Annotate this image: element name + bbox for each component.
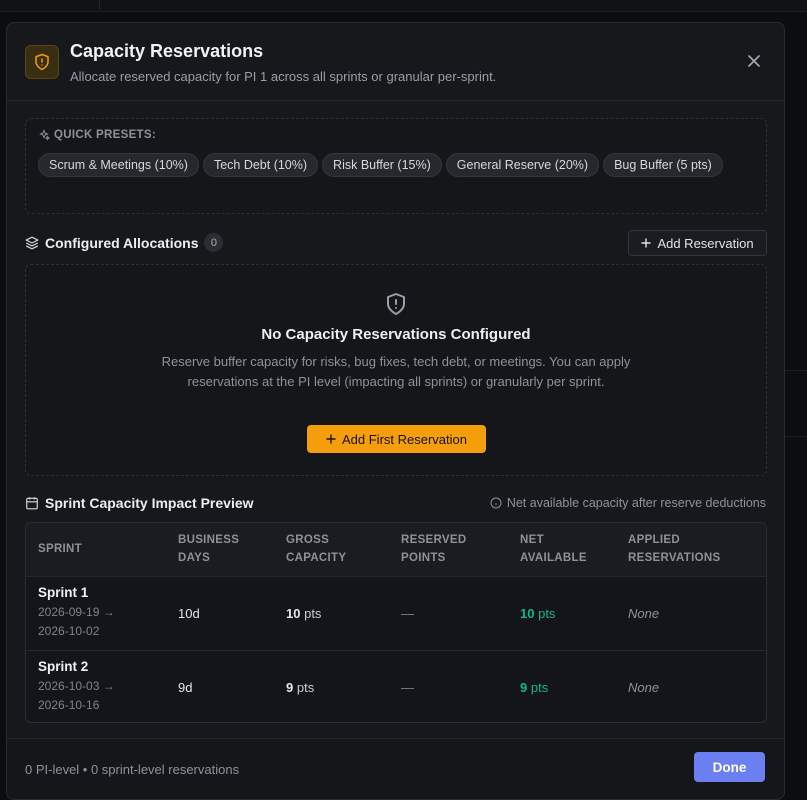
add-first-reservation-button[interactable]: Add First Reservation	[307, 425, 486, 453]
applied-reservations-cell: None	[628, 679, 660, 695]
plus-icon	[326, 434, 336, 444]
reservation-summary: 0 PI-level • 0 sprint-level reservations	[25, 762, 240, 777]
background-app-bar	[0, 0, 807, 12]
background-divider	[785, 370, 807, 371]
table-row: Sprint 2 2026-10-03 → 2026-10-16 9d 9 pt…	[26, 650, 766, 722]
done-button[interactable]: Done	[694, 752, 765, 782]
layers-icon	[25, 236, 39, 249]
configured-allocations-header: Configured Allocations 0	[25, 233, 224, 252]
capacity-reservations-dialog: Capacity Reservations Allocate reserved …	[6, 22, 785, 800]
preset-chip-general-reserve[interactable]: General Reserve (20%)	[445, 153, 600, 177]
table-header-row: SPRINT BUSINESS DAYS GROSS CAPACITY RESE…	[26, 523, 766, 576]
background-divider	[785, 436, 807, 437]
empty-state-panel: No Capacity Reservations Configured Rese…	[25, 264, 767, 476]
gross-capacity-cell: 10 pts	[286, 605, 322, 621]
quick-presets-panel: QUICK PRESETS: Scrum & Meetings (10%) Te…	[25, 118, 767, 214]
sprint-end-date: 2026-10-16	[38, 698, 100, 713]
sprint-cell: Sprint 1 2026-09-19 → 2026-10-02	[26, 576, 166, 650]
business-days-cell: 10d	[178, 605, 200, 621]
allocations-count-badge: 0	[204, 233, 224, 252]
close-button[interactable]	[744, 51, 764, 71]
preset-chip-tech-debt[interactable]: Tech Debt (10%)	[202, 153, 319, 177]
sparkles-icon	[39, 129, 50, 141]
column-header-sprint: SPRINT	[38, 543, 82, 556]
empty-state-description: Reserve buffer capacity for risks, bug f…	[161, 354, 631, 389]
column-header-net-available: NET AVAILABLE	[520, 534, 587, 565]
preset-chip-scrum-meetings[interactable]: Scrum & Meetings (10%)	[38, 153, 199, 177]
table-row: Sprint 1 2026-09-19 → 2026-10-02 10d 10 …	[26, 576, 766, 650]
column-header-reserved-points: RESERVED POINTS	[401, 534, 467, 565]
empty-state-title: No Capacity Reservations Configured	[261, 326, 531, 343]
dialog-header: Capacity Reservations Allocate reserved …	[7, 23, 784, 101]
add-reservation-button[interactable]: Add Reservation	[628, 230, 767, 256]
quick-presets-label: QUICK PRESETS:	[38, 129, 156, 141]
sprint-name: Sprint 2	[38, 659, 89, 675]
column-header-gross-capacity: GROSS CAPACITY	[286, 534, 347, 565]
preview-note: Net available capacity after reserve ded…	[490, 496, 766, 510]
column-header-applied-reservations: APPLIED RESERVATIONS	[628, 534, 721, 565]
info-icon	[490, 497, 502, 509]
column-header-business-days: BUSINESS DAYS	[178, 534, 240, 565]
configured-allocations-title: Configured Allocations	[45, 234, 199, 251]
gross-capacity-cell: 9 pts	[286, 679, 315, 695]
preset-chip-list: Scrum & Meetings (10%) Tech Debt (10%) R…	[38, 153, 758, 177]
net-available-cell: 9 pts	[520, 679, 549, 695]
business-days-cell: 9d	[178, 679, 193, 695]
calendar-icon	[26, 497, 38, 510]
sprint-start-date: 2026-09-19 →	[38, 605, 115, 619]
shield-alert-icon	[384, 291, 408, 322]
plus-icon	[641, 238, 651, 248]
sprint-cell: Sprint 2 2026-10-03 → 2026-10-16	[26, 650, 166, 722]
dialog-title: Capacity Reservations	[70, 41, 264, 61]
sprint-capacity-table: SPRINT BUSINESS DAYS GROSS CAPACITY RESE…	[25, 522, 767, 723]
sprint-end-date: 2026-10-02	[38, 624, 100, 638]
sprint-start-date: 2026-10-03 →	[38, 679, 115, 694]
applied-reservations-cell: None	[628, 605, 660, 621]
dialog-subtitle: Allocate reserved capacity for PI 1 acro…	[70, 69, 497, 84]
shield-alert-icon	[25, 45, 59, 79]
dialog-footer: 0 PI-level • 0 sprint-level reservations…	[7, 738, 784, 799]
preset-chip-risk-buffer[interactable]: Risk Buffer (15%)	[322, 153, 442, 177]
net-available-cell: 10 pts	[520, 605, 556, 621]
sprint-preview-header: Sprint Capacity Impact Preview	[25, 495, 254, 511]
sprint-name: Sprint 1	[38, 585, 89, 600]
reserved-points-cell: —	[401, 679, 414, 695]
sprint-preview-title: Sprint Capacity Impact Preview	[45, 495, 254, 511]
preset-chip-bug-buffer[interactable]: Bug Buffer (5 pts)	[603, 153, 723, 177]
background-tab	[0, 0, 100, 10]
reserved-points-cell: —	[401, 605, 414, 621]
close-icon	[748, 55, 760, 67]
